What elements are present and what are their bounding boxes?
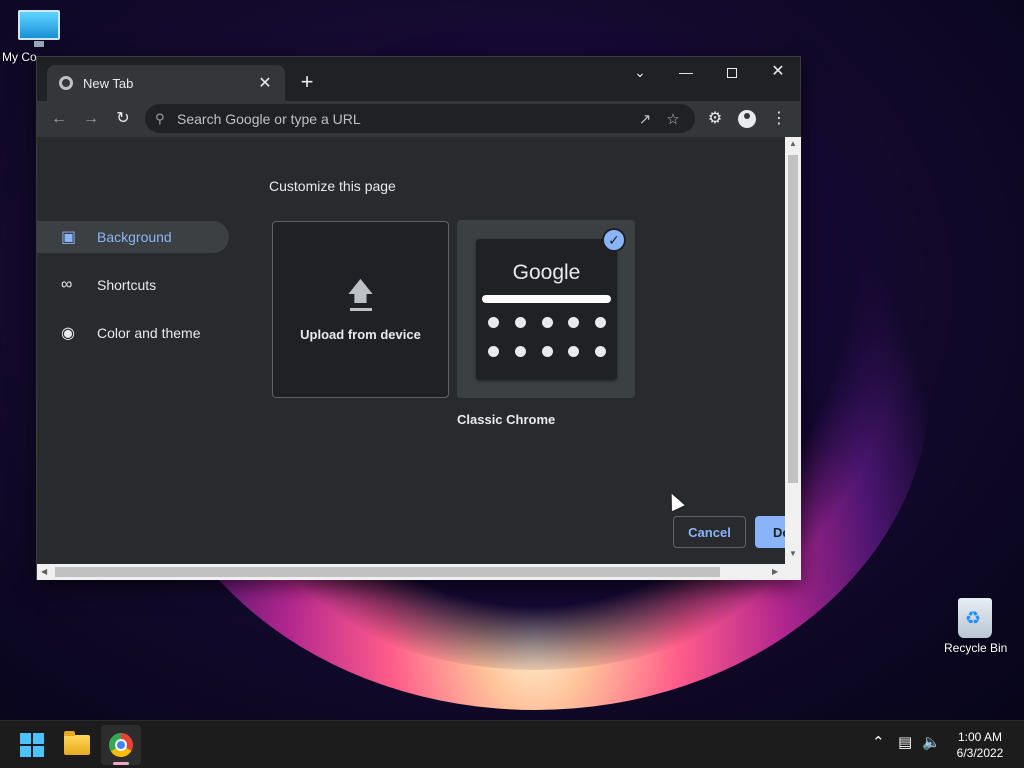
- system-clock[interactable]: 1:00 AM 6/3/2022: [940, 729, 1020, 761]
- nav-item-color-and-theme[interactable]: ◉ Color and theme: [37, 317, 229, 349]
- selected-check-icon: ✓: [602, 228, 626, 252]
- maximize-icon: [727, 68, 737, 79]
- tab-title: New Tab: [83, 75, 134, 91]
- google-logo: Google: [512, 261, 581, 284]
- palette-icon: ◉: [61, 325, 75, 342]
- extensions-icon[interactable]: ⚙: [701, 105, 729, 133]
- vertical-scrollbar[interactable]: ▲ ▼: [785, 137, 801, 564]
- share-icon[interactable]: ↗: [631, 110, 659, 128]
- upload-label: Upload from device: [300, 326, 421, 342]
- desktop-icon-recycle-bin[interactable]: ♻ Recycle Bin: [944, 598, 1008, 655]
- tab-strip: New Tab ✕ + ⌄ — ✕: [37, 57, 800, 101]
- nav-item-label: Shortcuts: [97, 277, 157, 293]
- menu-icon[interactable]: ⋮: [765, 105, 793, 133]
- chevron-up-icon[interactable]: ⌃: [872, 733, 885, 751]
- classic-chrome-preview: Google: [476, 239, 617, 380]
- tab-search-button[interactable]: ⌄: [617, 57, 663, 87]
- chrome-icon: [59, 76, 73, 90]
- active-app-indicator: [113, 762, 129, 765]
- minimize-button[interactable]: —: [663, 57, 709, 87]
- omnibox[interactable]: ⚲ ↗ ☆: [145, 104, 695, 133]
- file-explorer-button[interactable]: [57, 725, 97, 765]
- horizontal-scroll-thumb[interactable]: [55, 567, 720, 577]
- scroll-down-icon[interactable]: ▼: [785, 549, 801, 558]
- back-button[interactable]: ←: [45, 105, 73, 133]
- tab-close-icon[interactable]: ✕: [255, 73, 275, 93]
- vertical-scroll-thumb[interactable]: [788, 155, 798, 483]
- chrome-icon: [109, 733, 133, 757]
- preview-shortcuts-row: [488, 317, 606, 328]
- nav-item-shortcuts[interactable]: ∞ Shortcuts: [37, 269, 229, 301]
- nav-item-background[interactable]: ▣ Background: [37, 221, 229, 253]
- omnibox-input[interactable]: [177, 110, 631, 127]
- file-explorer-icon: [64, 731, 90, 755]
- scroll-up-icon[interactable]: ▲: [785, 139, 801, 148]
- close-window-button[interactable]: ✕: [755, 57, 801, 87]
- cancel-button[interactable]: Cancel: [673, 516, 746, 548]
- classic-chrome-tile[interactable]: Google ✓: [457, 220, 635, 398]
- horizontal-scrollbar[interactable]: ◀ ▶: [37, 564, 801, 580]
- new-tab-button[interactable]: +: [295, 71, 319, 93]
- nav-item-label: Color and theme: [97, 325, 201, 341]
- page-title: Customize this page: [269, 178, 396, 194]
- link-icon: ∞: [61, 276, 73, 293]
- network-icon[interactable]: ▤: [898, 733, 912, 751]
- upload-icon: 🡅: [347, 275, 374, 306]
- search-icon: ⚲: [155, 110, 165, 126]
- scroll-right-icon[interactable]: ▶: [772, 564, 778, 580]
- volume-icon[interactable]: 🔈: [922, 733, 941, 751]
- nav-item-label: Background: [97, 229, 172, 245]
- preview-search-bar: [482, 295, 611, 303]
- preview-shortcuts-row: [488, 346, 606, 357]
- classic-chrome-label: Classic Chrome: [457, 412, 556, 427]
- star-icon[interactable]: ☆: [659, 110, 687, 128]
- desktop-icon-label: Recycle Bin: [944, 641, 1008, 655]
- clock-date: 6/3/2022: [956, 746, 1004, 760]
- recycle-bin-icon: ♻: [958, 598, 992, 638]
- start-button[interactable]: [12, 725, 52, 765]
- scroll-left-icon[interactable]: ◀: [41, 564, 47, 580]
- start-icon: [20, 733, 44, 757]
- image-icon: ▣: [61, 229, 77, 246]
- reload-button[interactable]: ↻: [109, 105, 137, 133]
- chrome-taskbar-button[interactable]: [101, 725, 141, 765]
- maximize-button[interactable]: [709, 57, 755, 87]
- upload-icon-base: [349, 307, 372, 311]
- browser-toolbar: ← → ↻ ⚲ ↗ ☆ ⚙ ⋮: [37, 101, 800, 137]
- done-button[interactable]: Do: [755, 516, 785, 548]
- monitor-icon: [18, 10, 60, 47]
- profile-icon[interactable]: [733, 105, 761, 133]
- tab-new-tab[interactable]: New Tab ✕: [47, 65, 285, 101]
- browser-window: New Tab ✕ + ⌄ — ✕ ← → ↻ ⚲ ↗ ☆ ⚙ ⋮ Custom…: [36, 56, 801, 580]
- taskbar: ⌃ ▤ 🔈 1:00 AM 6/3/2022: [0, 720, 1024, 768]
- clock-time: 1:00 AM: [957, 730, 1003, 744]
- forward-button[interactable]: →: [77, 105, 105, 133]
- upload-from-device-tile[interactable]: 🡅 Upload from device: [272, 221, 449, 398]
